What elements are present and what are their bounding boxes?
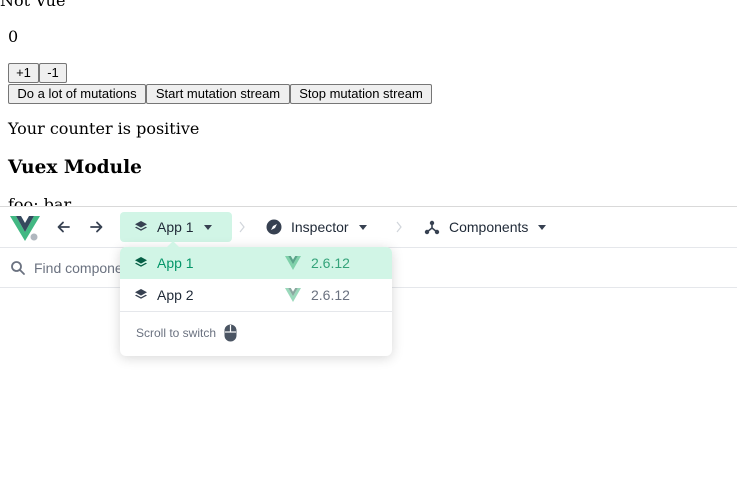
search-input[interactable] bbox=[34, 257, 124, 279]
arrow-right-icon[interactable] bbox=[86, 217, 106, 237]
inspector-selector-label: Inspector bbox=[291, 219, 349, 235]
app-name: App 1 bbox=[157, 255, 194, 271]
vuex-module-heading: Vuex Module bbox=[8, 157, 142, 178]
chevron-down-icon bbox=[203, 224, 212, 230]
inspector-selector-button[interactable]: Inspector bbox=[262, 212, 376, 242]
search-icon bbox=[11, 261, 25, 275]
app-name: App 2 bbox=[157, 287, 194, 303]
start-mutation-stream-button[interactable]: Start mutation stream bbox=[146, 84, 290, 104]
components-selector-button[interactable]: Components bbox=[420, 212, 558, 242]
inspected-page: Not Vue 0 +1 -1 Do a lot of mutations St… bbox=[0, 0, 737, 207]
lots-of-mutations-button[interactable]: Do a lot of mutations bbox=[8, 84, 146, 104]
counter-message: Your counter is positive bbox=[8, 119, 200, 138]
devtools-toolbar: App 1 Inspector Components bbox=[0, 207, 737, 248]
vue-logo-icon bbox=[10, 216, 40, 241]
page-title: Not Vue bbox=[0, 0, 66, 10]
app-selector-label: App 1 bbox=[157, 219, 194, 235]
counter-value: 0 bbox=[8, 27, 19, 46]
scroll-hint-text: Scroll to switch bbox=[136, 326, 217, 340]
increment-button[interactable]: +1 bbox=[8, 63, 39, 83]
stop-mutation-stream-button[interactable]: Stop mutation stream bbox=[290, 84, 432, 104]
layers-icon bbox=[135, 289, 147, 299]
compass-icon bbox=[266, 219, 282, 235]
vue-logo-icon bbox=[285, 256, 301, 270]
dropdown-divider bbox=[120, 311, 392, 312]
mouse-icon bbox=[224, 324, 237, 342]
breadcrumb-separator-icon bbox=[396, 221, 402, 233]
app-selector-dropdown: App 1 2.6.12 App 2 2.6.12 Scroll to swit… bbox=[120, 241, 392, 356]
app-menu-item-app-2[interactable]: App 2 2.6.12 bbox=[120, 279, 392, 311]
vue-version: 2.6.12 bbox=[311, 287, 350, 303]
vue-version: 2.6.12 bbox=[311, 255, 350, 271]
app-selector-button[interactable]: App 1 bbox=[120, 212, 232, 242]
app-menu-item-app-1[interactable]: App 1 2.6.12 bbox=[120, 247, 392, 279]
decrement-button[interactable]: -1 bbox=[39, 63, 67, 83]
chevron-down-icon bbox=[358, 224, 367, 230]
vue-logo-icon bbox=[285, 288, 301, 302]
layers-icon bbox=[135, 221, 147, 231]
breadcrumb-separator-icon bbox=[239, 221, 245, 233]
component-tree-icon bbox=[424, 220, 440, 235]
components-selector-label: Components bbox=[449, 219, 529, 235]
arrow-left-icon[interactable] bbox=[54, 217, 74, 237]
chevron-down-icon bbox=[538, 224, 547, 230]
layers-icon bbox=[135, 257, 147, 267]
scroll-hint: Scroll to switch bbox=[136, 324, 237, 342]
